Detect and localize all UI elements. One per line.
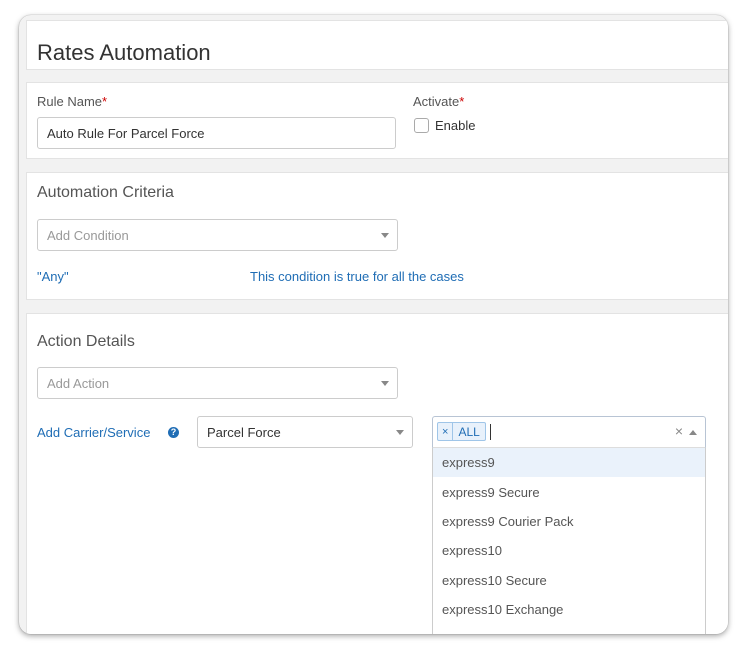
selected-tag-all: × ALL (437, 422, 486, 441)
action-card: Action Details Add Action Add Carrier/Se… (26, 313, 728, 634)
carrier-select-value: Parcel Force (207, 424, 281, 440)
criteria-card: Automation Criteria Add Condition "Any" … (26, 172, 728, 300)
add-carrier-service-label[interactable]: Add Carrier/Service (37, 425, 150, 440)
chevron-down-icon (396, 430, 404, 435)
enable-checkbox[interactable] (414, 118, 429, 133)
app-window: Rates Automation Rule Name* Activate* En… (19, 15, 728, 634)
criteria-title: Automation Criteria (37, 184, 174, 201)
add-condition-select[interactable]: Add Condition (37, 219, 398, 251)
rule-card: Rule Name* Activate* Enable (26, 82, 728, 159)
clear-icon[interactable]: × (675, 423, 683, 439)
page-title: Rates Automation (37, 40, 211, 65)
service-multiselect[interactable]: × ALL × (432, 416, 706, 448)
dropdown-option[interactable]: express10 (433, 536, 705, 565)
text-cursor (490, 424, 491, 440)
add-condition-placeholder: Add Condition (47, 227, 129, 243)
title-card: Rates Automation (26, 20, 728, 70)
activate-label: Activate* (413, 94, 465, 109)
dropdown-option[interactable]: express10 Secure (433, 566, 705, 595)
enable-label[interactable]: Enable (435, 118, 475, 133)
rule-name-input[interactable] (37, 117, 396, 149)
any-condition-description: This condition is true for all the cases (250, 269, 464, 284)
tag-label: ALL (458, 424, 480, 439)
help-icon[interactable]: ? (168, 427, 179, 438)
action-title: Action Details (37, 333, 135, 350)
carrier-select[interactable]: Parcel Force (197, 416, 413, 448)
chevron-down-icon (381, 381, 389, 386)
add-action-select[interactable]: Add Action (37, 367, 398, 399)
dropdown-option[interactable]: express9 Secure (433, 477, 705, 506)
add-action-placeholder: Add Action (47, 375, 110, 391)
any-condition-label: "Any" (37, 269, 69, 284)
chevron-up-icon[interactable] (689, 430, 697, 435)
dropdown-option[interactable]: express9 Courier Pack (433, 507, 705, 536)
remove-tag-icon[interactable]: × (438, 423, 454, 440)
required-mark: * (459, 94, 465, 109)
chevron-down-icon (381, 233, 389, 238)
required-mark: * (102, 94, 108, 109)
service-dropdown: express9 express9 Secure express9 Courie… (432, 448, 706, 634)
dropdown-option[interactable]: express10 Exchange (433, 595, 705, 624)
rule-name-label: Rule Name* (37, 94, 108, 109)
dropdown-option[interactable]: express9 (433, 448, 705, 478)
